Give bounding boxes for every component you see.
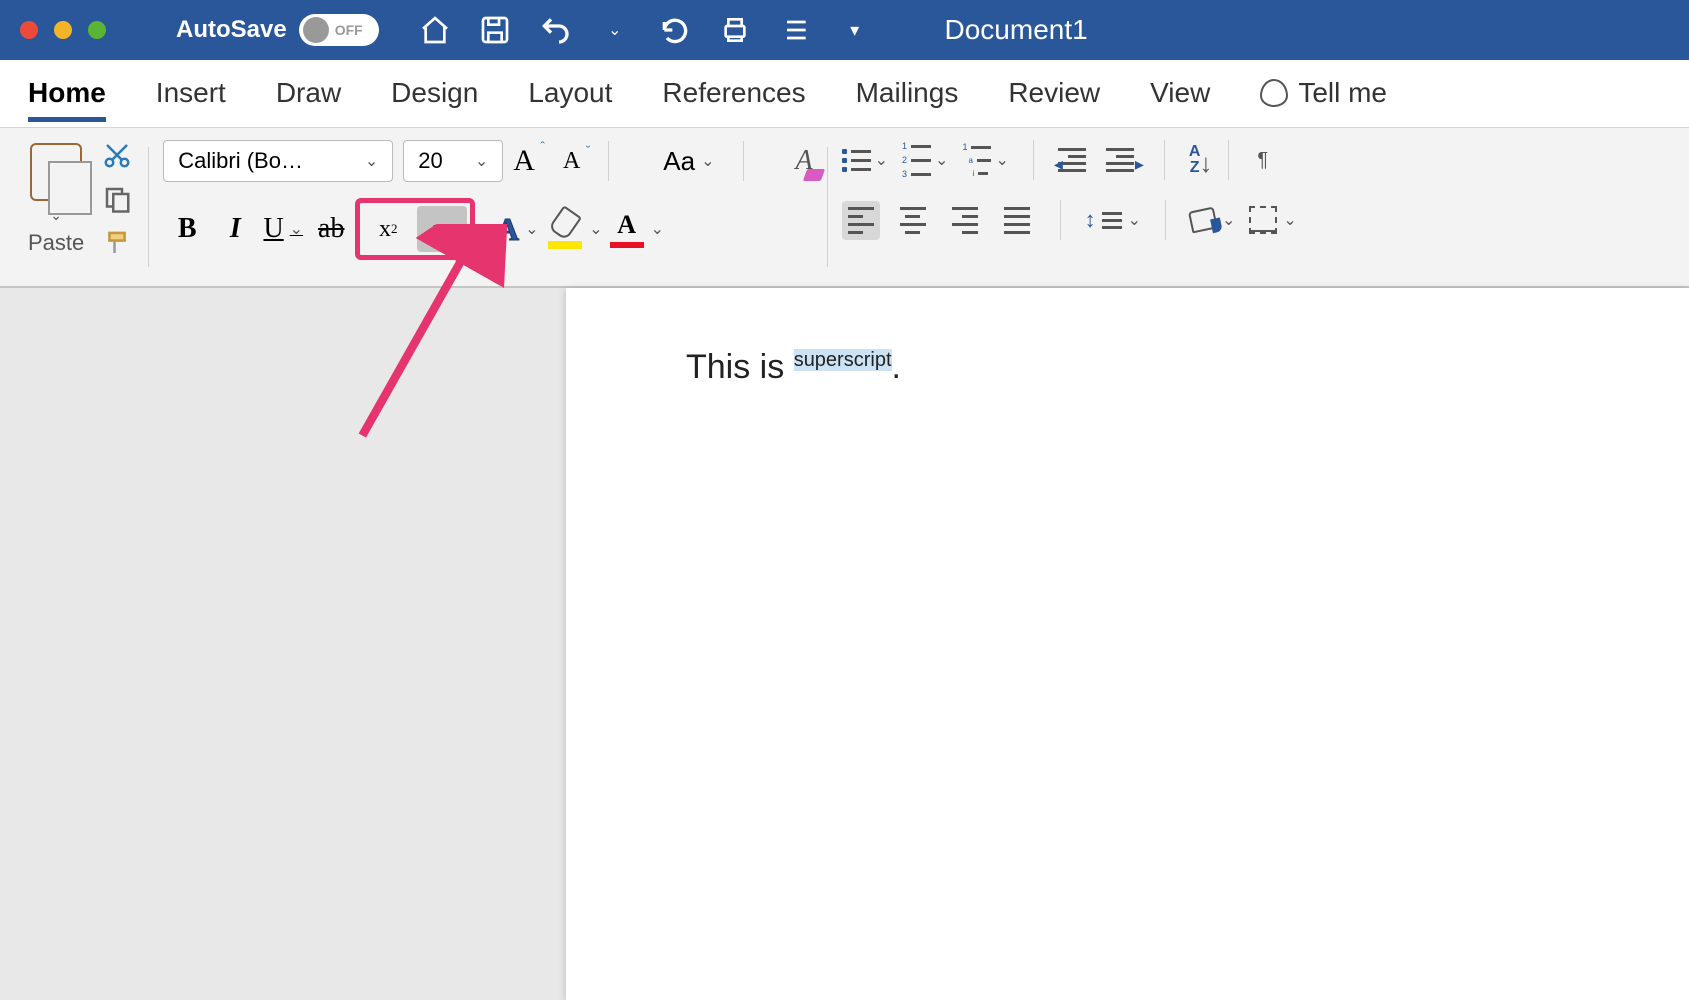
- align-right-button[interactable]: [946, 201, 984, 240]
- increase-indent-button[interactable]: ▸: [1106, 148, 1140, 172]
- cut-button[interactable]: [100, 140, 134, 170]
- paragraph-group: ⌄ 123 ⌄ 1ai ⌄ ◂ ▸ AZ↓ ¶ ↕: [828, 140, 1311, 274]
- maximize-window-button[interactable]: [88, 21, 106, 39]
- tell-me-label: Tell me: [1298, 77, 1387, 109]
- sort-button[interactable]: AZ↓: [1189, 144, 1201, 176]
- separator: [1060, 200, 1061, 240]
- show-formatting-button[interactable]: ¶: [1257, 149, 1268, 172]
- font-color-button[interactable]: A: [603, 205, 651, 253]
- window-controls: [20, 21, 106, 39]
- redo-icon[interactable]: [659, 14, 691, 46]
- font-color-dropdown[interactable]: ⌄: [651, 219, 664, 239]
- separator: [1164, 140, 1165, 180]
- underline-button[interactable]: U ⌄: [259, 205, 307, 253]
- quick-access-toolbar: ⌄ ▾: [419, 14, 871, 46]
- undo-dropdown-icon[interactable]: ⌄: [599, 14, 631, 46]
- align-left-button[interactable]: [842, 201, 880, 240]
- minimize-window-button[interactable]: [54, 21, 72, 39]
- separator: [1228, 140, 1229, 180]
- numbering-button[interactable]: 123 ⌄: [902, 141, 948, 179]
- copy-button[interactable]: [100, 184, 134, 214]
- separator: [1033, 140, 1034, 180]
- align-center-button[interactable]: [894, 201, 932, 240]
- tab-references[interactable]: References: [662, 77, 805, 122]
- font-size-select[interactable]: 20 ⌄: [403, 140, 503, 182]
- document-text-suffix: .: [892, 348, 901, 386]
- format-painter-button[interactable]: [100, 228, 134, 258]
- subscript-button[interactable]: x2: [363, 206, 413, 252]
- tab-insert[interactable]: Insert: [156, 77, 226, 122]
- align-justify-button[interactable]: [998, 201, 1036, 240]
- chevron-down-icon: ⌄: [475, 151, 488, 171]
- save-icon[interactable]: [479, 14, 511, 46]
- decrease-indent-button[interactable]: ◂: [1058, 148, 1092, 172]
- page-canvas[interactable]: This is superscript.: [566, 288, 1689, 1000]
- ribbon: ⌄ Paste Calibri (Bo… ⌄: [0, 128, 1689, 288]
- increase-font-button[interactable]: Aˆ: [513, 144, 535, 178]
- undo-icon[interactable]: [539, 14, 571, 46]
- superscript-button[interactable]: x2: [417, 206, 467, 252]
- tell-me-search[interactable]: Tell me: [1260, 77, 1387, 122]
- italic-button[interactable]: I: [211, 205, 259, 253]
- subscript-superscript-highlight: x2 x2: [355, 198, 475, 260]
- document-area: This is superscript.: [0, 288, 1689, 1000]
- line-spacing-button[interactable]: ↕ ⌄: [1085, 210, 1141, 230]
- autosave-switch[interactable]: OFF: [299, 14, 379, 46]
- separator: [743, 141, 744, 181]
- decrease-font-button[interactable]: Aˇ: [563, 148, 580, 175]
- separator: [608, 141, 609, 181]
- strikethrough-button[interactable]: ab: [307, 205, 355, 253]
- bullets-button[interactable]: ⌄: [842, 149, 888, 172]
- ribbon-tabs: Home Insert Draw Design Layout Reference…: [0, 60, 1689, 128]
- borders-button[interactable]: ⌄: [1249, 206, 1296, 234]
- chevron-down-icon: ⌄: [365, 151, 378, 171]
- multilevel-list-button[interactable]: 1ai ⌄: [962, 142, 1008, 178]
- tab-home[interactable]: Home: [28, 77, 106, 122]
- tab-view[interactable]: View: [1150, 77, 1210, 122]
- document-title: Document1: [945, 14, 1088, 46]
- bold-button[interactable]: B: [163, 205, 211, 253]
- font-name-value: Calibri (Bo…: [178, 148, 303, 174]
- tab-design[interactable]: Design: [391, 77, 478, 122]
- titlebar: AutoSave OFF ⌄ ▾ Document1: [0, 0, 1689, 60]
- home-icon[interactable]: [419, 14, 451, 46]
- clear-formatting-button[interactable]: A: [796, 145, 813, 177]
- font-group: Calibri (Bo… ⌄ 20 ⌄ Aˆ Aˇ Aa ⌄ A B I U ⌄…: [149, 140, 826, 274]
- paste-label: Paste: [28, 230, 84, 256]
- tab-mailings[interactable]: Mailings: [856, 77, 959, 122]
- close-window-button[interactable]: [20, 21, 38, 39]
- clipboard-icon: [30, 143, 82, 201]
- change-case-button[interactable]: Aa ⌄: [663, 146, 714, 177]
- clipboard-group: ⌄ Paste: [14, 140, 148, 274]
- highlight-button[interactable]: [541, 205, 589, 253]
- tab-draw[interactable]: Draw: [276, 77, 341, 122]
- shading-button[interactable]: ⌄: [1190, 209, 1235, 231]
- font-name-select[interactable]: Calibri (Bo… ⌄: [163, 140, 393, 182]
- highlight-dropdown[interactable]: ⌄: [589, 219, 602, 239]
- font-size-value: 20: [418, 148, 442, 174]
- autosave-label: AutoSave: [176, 16, 287, 44]
- lightbulb-icon: [1260, 79, 1288, 107]
- autosave-toggle[interactable]: AutoSave OFF: [176, 14, 379, 46]
- text-effects-button[interactable]: A⌄: [493, 205, 541, 253]
- separator: [1165, 200, 1166, 240]
- format-list-icon[interactable]: [779, 14, 811, 46]
- qat-customize-icon[interactable]: ▾: [839, 14, 871, 46]
- print-icon[interactable]: [719, 14, 751, 46]
- autosave-state: OFF: [335, 22, 363, 38]
- document-text-prefix: This is: [686, 348, 794, 386]
- tab-review[interactable]: Review: [1008, 77, 1100, 122]
- document-selected-superscript[interactable]: superscript: [794, 349, 892, 371]
- tab-layout[interactable]: Layout: [528, 77, 612, 122]
- paste-button[interactable]: ⌄ Paste: [28, 143, 84, 256]
